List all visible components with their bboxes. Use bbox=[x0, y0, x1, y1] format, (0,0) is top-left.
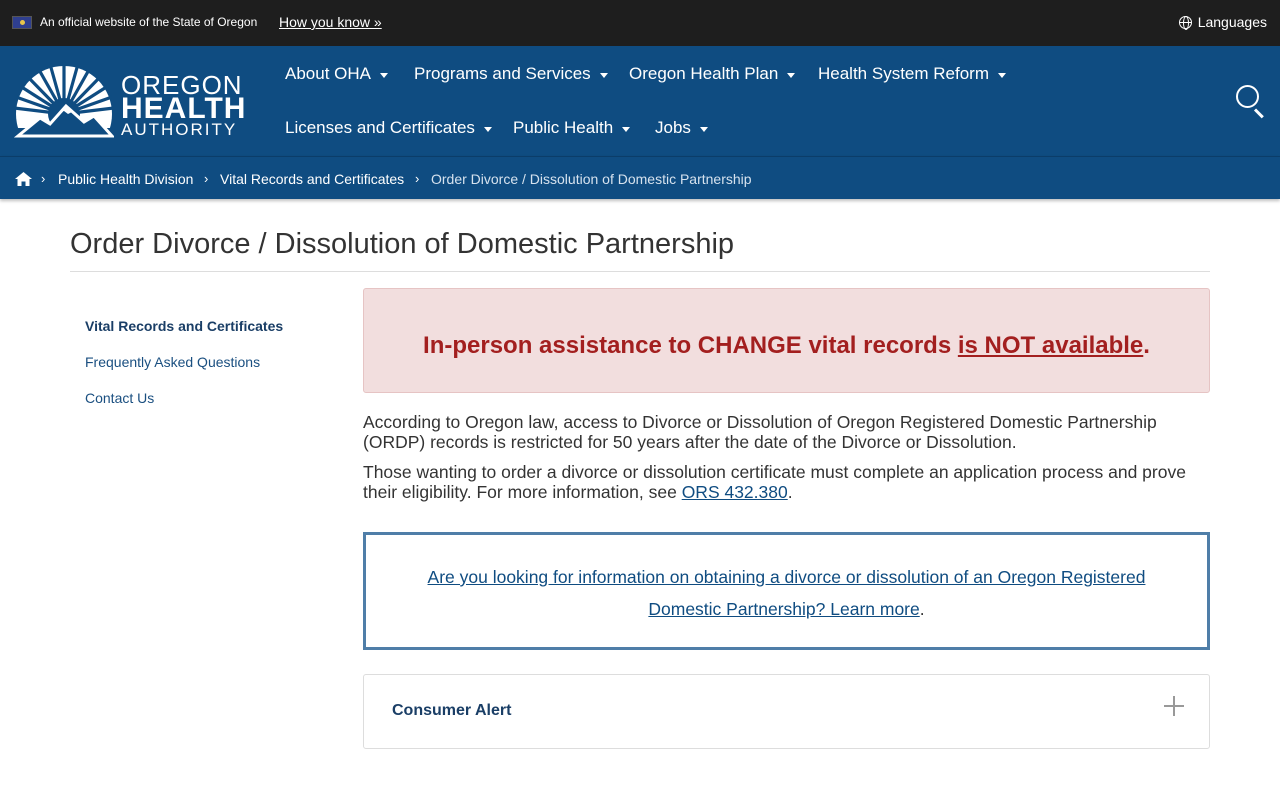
breadcrumb-public-health-division[interactable]: Public Health Division bbox=[58, 171, 193, 187]
languages-button[interactable]: Languages bbox=[1178, 14, 1267, 30]
page-title: Order Divorce / Dissolution of Domestic … bbox=[70, 228, 735, 260]
title-divider bbox=[70, 271, 1210, 272]
official-banner: An official website of the State of Oreg… bbox=[0, 0, 1280, 46]
chevron-right-icon: › bbox=[41, 171, 46, 186]
chevron-right-icon: › bbox=[415, 171, 420, 186]
sidebar-item-faq[interactable]: Frequently Asked Questions bbox=[85, 354, 260, 370]
oha-logo[interactable]: OREGON HEALTH AUTHORITY bbox=[14, 62, 250, 140]
languages-label: Languages bbox=[1197, 14, 1267, 30]
sidebar-item-contact-us[interactable]: Contact Us bbox=[85, 390, 154, 406]
search-icon bbox=[1236, 85, 1259, 108]
oregon-flag-icon bbox=[12, 16, 32, 29]
info-box-text: Are you looking for information on obtai… bbox=[396, 561, 1177, 625]
eligibility-period: . bbox=[787, 481, 793, 502]
alert-message: In-person assistance to CHANGE vital rec… bbox=[364, 332, 1209, 360]
site-header: OREGON HEALTH AUTHORITY About OHA Progra… bbox=[0, 46, 1280, 156]
globe-icon bbox=[1178, 15, 1192, 30]
breadcrumb: › Public Health Division › Vital Records… bbox=[0, 156, 1280, 199]
search-icon-handle bbox=[1253, 108, 1264, 119]
caret-down-icon bbox=[599, 72, 608, 78]
caret-down-icon bbox=[483, 126, 492, 132]
home-icon[interactable] bbox=[15, 172, 32, 186]
nav-item-label: Licenses and Certificates bbox=[285, 118, 475, 137]
nav-item-label: Health System Reform bbox=[818, 64, 989, 83]
info-box-period: . bbox=[919, 599, 925, 619]
nav-oregon-health-plan[interactable]: Oregon Health Plan bbox=[629, 64, 796, 84]
ors-432-380-link[interactable]: ORS 432.380 bbox=[682, 482, 788, 502]
sunburst-logo-icon bbox=[14, 62, 114, 138]
nav-item-label: Oregon Health Plan bbox=[629, 64, 779, 83]
nav-programs-and-services[interactable]: Programs and Services bbox=[414, 64, 608, 84]
chevron-right-icon: › bbox=[204, 171, 209, 186]
accordion-label: Consumer Alert bbox=[392, 702, 512, 719]
caret-down-icon bbox=[998, 72, 1006, 78]
divorce-info-box: Are you looking for information on obtai… bbox=[363, 532, 1210, 650]
how-you-know-link[interactable]: How you know » bbox=[279, 14, 382, 30]
nav-about-oha[interactable]: About OHA bbox=[285, 64, 388, 84]
nav-licenses-and-certificates[interactable]: Licenses and Certificates bbox=[285, 118, 492, 138]
search-button[interactable] bbox=[1234, 84, 1266, 119]
nav-item-label: Public Health bbox=[513, 118, 614, 137]
main-navigation: About OHA Programs and Services Oregon H… bbox=[285, 46, 1045, 156]
restriction-paragraph: According to Oregon law, access to Divor… bbox=[363, 412, 1157, 452]
caret-down-icon bbox=[699, 126, 708, 132]
nav-item-label: About OHA bbox=[285, 64, 371, 83]
nav-jobs[interactable]: Jobs bbox=[655, 118, 708, 138]
plus-icon bbox=[1164, 696, 1184, 716]
nav-public-health[interactable]: Public Health bbox=[513, 118, 631, 138]
official-website-text: An official website of the State of Oreg… bbox=[40, 15, 258, 29]
in-person-alert: In-person assistance to CHANGE vital rec… bbox=[363, 288, 1210, 393]
logo-text-authority: AUTHORITY bbox=[121, 120, 238, 139]
caret-down-icon bbox=[380, 72, 388, 78]
learn-more-link[interactable]: Are you looking for information on obtai… bbox=[428, 567, 1146, 619]
sidebar-item-vital-records[interactable]: Vital Records and Certificates bbox=[85, 318, 283, 334]
nav-item-label: Programs and Services bbox=[414, 64, 591, 83]
alert-text: In-person assistance to CHANGE vital rec… bbox=[423, 332, 958, 359]
eligibility-paragraph: Those wanting to order a divorce or diss… bbox=[363, 462, 1213, 502]
caret-down-icon bbox=[787, 72, 796, 78]
nav-item-label: Jobs bbox=[655, 118, 691, 137]
consumer-alert-accordion[interactable]: Consumer Alert bbox=[363, 674, 1210, 749]
alert-period: . bbox=[1143, 332, 1150, 359]
caret-down-icon bbox=[622, 126, 631, 132]
nav-health-system-reform[interactable]: Health System Reform bbox=[818, 64, 1006, 84]
breadcrumb-vital-records[interactable]: Vital Records and Certificates bbox=[220, 171, 404, 187]
not-available-link[interactable]: is NOT available bbox=[958, 332, 1143, 359]
breadcrumb-current-page: Order Divorce / Dissolution of Domestic … bbox=[431, 171, 752, 187]
